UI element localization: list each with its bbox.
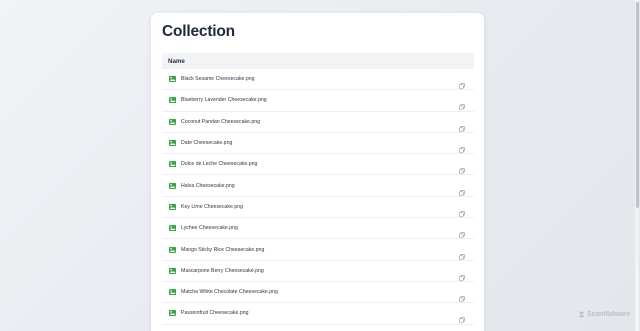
image-file-icon [169, 225, 176, 232]
image-file-icon [169, 97, 176, 104]
file-name: Halva Cheesecake.png [181, 182, 235, 189]
image-file-icon [169, 267, 176, 274]
column-header-label: Name [168, 57, 185, 65]
copy-icon[interactable] [459, 247, 465, 260]
image-file-icon [169, 289, 176, 296]
table-row[interactable]: Lychee Cheesecake.png [162, 218, 474, 240]
image-file-icon [169, 246, 176, 253]
table-row[interactable]: Mango Sticky Rice Cheesecake.png [162, 239, 474, 261]
file-name: Blueberry Lavender Cheesecake.png [181, 97, 267, 104]
copy-icon[interactable] [459, 161, 465, 175]
file-name: Mango Sticky Rice Cheesecake.png [181, 246, 265, 253]
image-file-icon [169, 203, 176, 210]
image-file-icon [169, 140, 176, 147]
image-file-icon [169, 182, 176, 189]
page-scrollbar[interactable] [635, 0, 639, 331]
watermark: ScanMalware [578, 311, 630, 318]
file-name: Dulce de Leche Cheesecake.png [181, 161, 258, 168]
table-row[interactable]: Coconut Pandan Cheesecake.png [162, 112, 474, 133]
file-name: Date Cheesecake.png [181, 140, 233, 147]
image-file-icon [169, 310, 176, 317]
file-list: Black Sesame Cheesecake.png Blueberry Lav… [162, 69, 474, 325]
table-row[interactable]: Passionfruit Cheesecake.png [162, 303, 474, 325]
table-row[interactable]: Blueberry Lavender Cheesecake.png [162, 90, 474, 112]
page-title: Collection [162, 23, 235, 40]
scrollbar-thumb[interactable] [635, 2, 639, 208]
watermark-logo-icon [579, 311, 584, 318]
copy-icon[interactable] [459, 268, 465, 281]
file-name: Black Sesame Cheesecake.png [181, 76, 255, 83]
copy-icon[interactable] [459, 310, 465, 324]
column-header-name: Name [162, 53, 474, 69]
copy-icon[interactable] [459, 140, 465, 153]
file-name: Lychee Cheesecake.png [181, 225, 238, 232]
collection-card: Collection Name Black Sesame Cheesecake.… [151, 13, 484, 331]
table-row[interactable]: Black Sesame Cheesecake.png [162, 69, 474, 91]
table-row[interactable]: Dulce de Leche Cheesecake.png [162, 154, 474, 176]
table-row[interactable]: Halva Cheesecake.png [162, 175, 474, 197]
image-file-icon [169, 76, 176, 83]
file-table: Name Black Sesame Cheesecake.png Blueberr… [162, 53, 474, 325]
table-row[interactable]: Key Lime Cheesecake.png [162, 197, 474, 219]
copy-icon[interactable] [459, 97, 465, 111]
copy-icon[interactable] [459, 76, 465, 89]
image-file-icon [169, 118, 176, 125]
copy-icon[interactable] [459, 225, 465, 239]
table-row[interactable]: Mascarpone Berry Cheesecake.png [162, 261, 474, 282]
file-name: Matcha White Chocolate Cheesecake.png [181, 289, 278, 296]
image-file-icon [169, 161, 176, 168]
table-row[interactable]: Date Cheesecake.png [162, 133, 474, 155]
copy-icon[interactable] [459, 183, 465, 196]
copy-icon[interactable] [459, 119, 465, 132]
file-name: Coconut Pandan Cheesecake.png [181, 118, 261, 125]
file-name: Key Lime Cheesecake.png [181, 203, 243, 210]
table-row[interactable]: Matcha White Chocolate Cheesecake.png [162, 282, 474, 304]
copy-icon[interactable] [459, 289, 465, 302]
copy-icon[interactable] [459, 204, 465, 217]
file-name: Passionfruit Cheesecake.png [181, 310, 249, 317]
watermark-text: ScanMalware [587, 311, 631, 318]
file-name: Mascarpone Berry Cheesecake.png [181, 267, 264, 274]
